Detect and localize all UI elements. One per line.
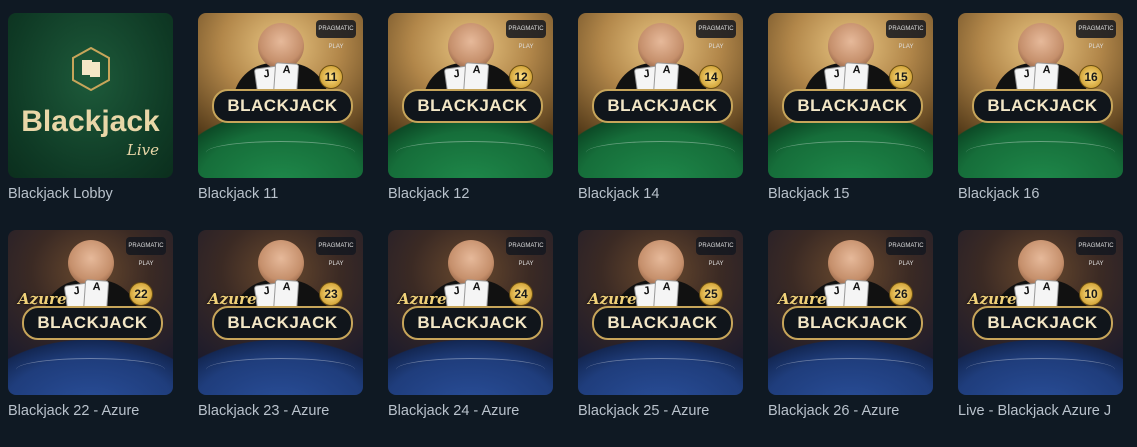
game-logo: BLACKJACK <box>402 89 543 123</box>
provider-badge: PRAGMATIC PLAY <box>316 20 356 50</box>
provider-badge: PRAGMATIC PLAY <box>696 20 736 50</box>
game-title[interactable]: Live - Blackjack Azure J <box>958 403 1123 419</box>
game-thumbnail[interactable]: PRAGMATIC PLAY J A Azure 26 BLACKJACK <box>768 230 933 395</box>
game-tile[interactable]: PRAGMATIC PLAY J A 15 BLACKJACK Blackjac… <box>768 13 933 202</box>
table-number-badge: 11 <box>319 65 343 89</box>
game-thumbnail[interactable]: PRAGMATIC PLAY J A Azure 24 BLACKJACK <box>388 230 553 395</box>
game-thumbnail[interactable]: PRAGMATIC PLAY J A Azure 22 BLACKJACK <box>8 230 173 395</box>
game-title[interactable]: Blackjack 24 - Azure <box>388 403 553 419</box>
game-tile[interactable]: PRAGMATIC PLAY J A Azure 23 BLACKJACK Bl… <box>198 230 363 419</box>
provider-badge: PRAGMATIC PLAY <box>1076 20 1116 50</box>
provider-badge: PRAGMATIC PLAY <box>886 237 926 267</box>
game-title[interactable]: Blackjack 14 <box>578 186 743 202</box>
table-number-badge: 26 <box>889 282 913 306</box>
provider-badge: PRAGMATIC PLAY <box>886 20 926 50</box>
table-felt <box>966 358 1115 381</box>
lobby-logo-subtitle: Live <box>126 141 159 159</box>
table-felt <box>16 358 165 381</box>
game-thumbnail[interactable]: PRAGMATIC PLAY J A Azure 23 BLACKJACK <box>198 230 363 395</box>
game-logo: BLACKJACK <box>22 306 163 340</box>
game-thumbnail[interactable]: PRAGMATIC PLAY J A Azure 25 BLACKJACK <box>578 230 743 395</box>
provider-badge: PRAGMATIC PLAY <box>696 237 736 267</box>
game-title[interactable]: Blackjack 26 - Azure <box>768 403 933 419</box>
table-felt <box>206 358 355 381</box>
game-title[interactable]: Blackjack 12 <box>388 186 553 202</box>
game-title[interactable]: Blackjack 11 <box>198 186 363 202</box>
game-tile-blackjack-lobby[interactable]: Blackjack Live Blackjack Lobby <box>8 13 173 202</box>
game-tile[interactable]: PRAGMATIC PLAY J A Azure 22 BLACKJACK Bl… <box>8 230 173 419</box>
provider-badge: PRAGMATIC PLAY <box>506 20 546 50</box>
game-title[interactable]: Blackjack 22 - Azure <box>8 403 173 419</box>
game-logo: BLACKJACK <box>212 89 353 123</box>
table-number-badge: 12 <box>509 65 533 89</box>
table-felt <box>206 141 355 164</box>
game-thumbnail[interactable]: PRAGMATIC PLAY J A 11 BLACKJACK <box>198 13 363 178</box>
provider-badge: PRAGMATIC PLAY <box>126 237 166 267</box>
game-tile[interactable]: PRAGMATIC PLAY J A 12 BLACKJACK Blackjac… <box>388 13 553 202</box>
table-number-badge: 22 <box>129 282 153 306</box>
table-number-badge: 10 <box>1079 282 1103 306</box>
table-felt <box>776 141 925 164</box>
game-thumbnail[interactable]: PRAGMATIC PLAY J A 12 BLACKJACK <box>388 13 553 178</box>
game-logo: BLACKJACK <box>402 306 543 340</box>
table-felt <box>586 358 735 381</box>
provider-badge: PRAGMATIC PLAY <box>1076 237 1116 267</box>
table-number-badge: 24 <box>509 282 533 306</box>
game-thumbnail[interactable]: PRAGMATIC PLAY J A 16 BLACKJACK <box>958 13 1123 178</box>
game-logo: BLACKJACK <box>972 306 1113 340</box>
provider-badge: PRAGMATIC PLAY <box>506 237 546 267</box>
game-title[interactable]: Blackjack Lobby <box>8 186 173 202</box>
game-thumbnail[interactable]: PRAGMATIC PLAY J A 14 BLACKJACK <box>578 13 743 178</box>
game-logo: BLACKJACK <box>592 306 733 340</box>
table-number-badge: 16 <box>1079 65 1103 89</box>
cards-emblem-icon <box>71 47 110 91</box>
game-thumbnail[interactable]: PRAGMATIC PLAY J A Azure 10 BLACKJACK <box>958 230 1123 395</box>
lobby-logo-title: Blackjack <box>21 105 160 138</box>
game-logo: BLACKJACK <box>592 89 733 123</box>
game-title[interactable]: Blackjack 15 <box>768 186 933 202</box>
game-tile[interactable]: PRAGMATIC PLAY J A 14 BLACKJACK Blackjac… <box>578 13 743 202</box>
game-logo: BLACKJACK <box>212 306 353 340</box>
table-felt <box>396 358 545 381</box>
game-thumbnail[interactable]: Blackjack Live <box>8 13 173 178</box>
game-tile[interactable]: PRAGMATIC PLAY J A Azure 25 BLACKJACK Bl… <box>578 230 743 419</box>
game-row: Blackjack Live Blackjack Lobby PRAGMATIC… <box>8 13 1133 230</box>
game-tile[interactable]: PRAGMATIC PLAY J A 16 BLACKJACK Blackjac… <box>958 13 1123 202</box>
game-title[interactable]: Blackjack 23 - Azure <box>198 403 363 419</box>
game-thumbnail[interactable]: PRAGMATIC PLAY J A 15 BLACKJACK <box>768 13 933 178</box>
table-number-badge: 25 <box>699 282 723 306</box>
game-tile[interactable]: PRAGMATIC PLAY J A Azure 10 BLACKJACK Li… <box>958 230 1123 419</box>
game-grid: Blackjack Live Blackjack Lobby PRAGMATIC… <box>8 13 1133 447</box>
provider-badge: PRAGMATIC PLAY <box>316 237 356 267</box>
game-logo: BLACKJACK <box>972 89 1113 123</box>
table-number-badge: 14 <box>699 65 723 89</box>
game-tile[interactable]: PRAGMATIC PLAY J A 11 BLACKJACK Blackjac… <box>198 13 363 202</box>
game-title[interactable]: Blackjack 25 - Azure <box>578 403 743 419</box>
table-felt <box>396 141 545 164</box>
table-number-badge: 15 <box>889 65 913 89</box>
table-felt <box>586 141 735 164</box>
game-tile[interactable]: PRAGMATIC PLAY J A Azure 24 BLACKJACK Bl… <box>388 230 553 419</box>
table-felt <box>776 358 925 381</box>
table-felt <box>966 141 1115 164</box>
game-row: PRAGMATIC PLAY J A Azure 22 BLACKJACK Bl… <box>8 230 1133 447</box>
table-number-badge: 23 <box>319 282 343 306</box>
game-tile[interactable]: PRAGMATIC PLAY J A Azure 26 BLACKJACK Bl… <box>768 230 933 419</box>
game-logo: BLACKJACK <box>782 89 923 123</box>
game-title[interactable]: Blackjack 16 <box>958 186 1123 202</box>
game-logo: BLACKJACK <box>782 306 923 340</box>
